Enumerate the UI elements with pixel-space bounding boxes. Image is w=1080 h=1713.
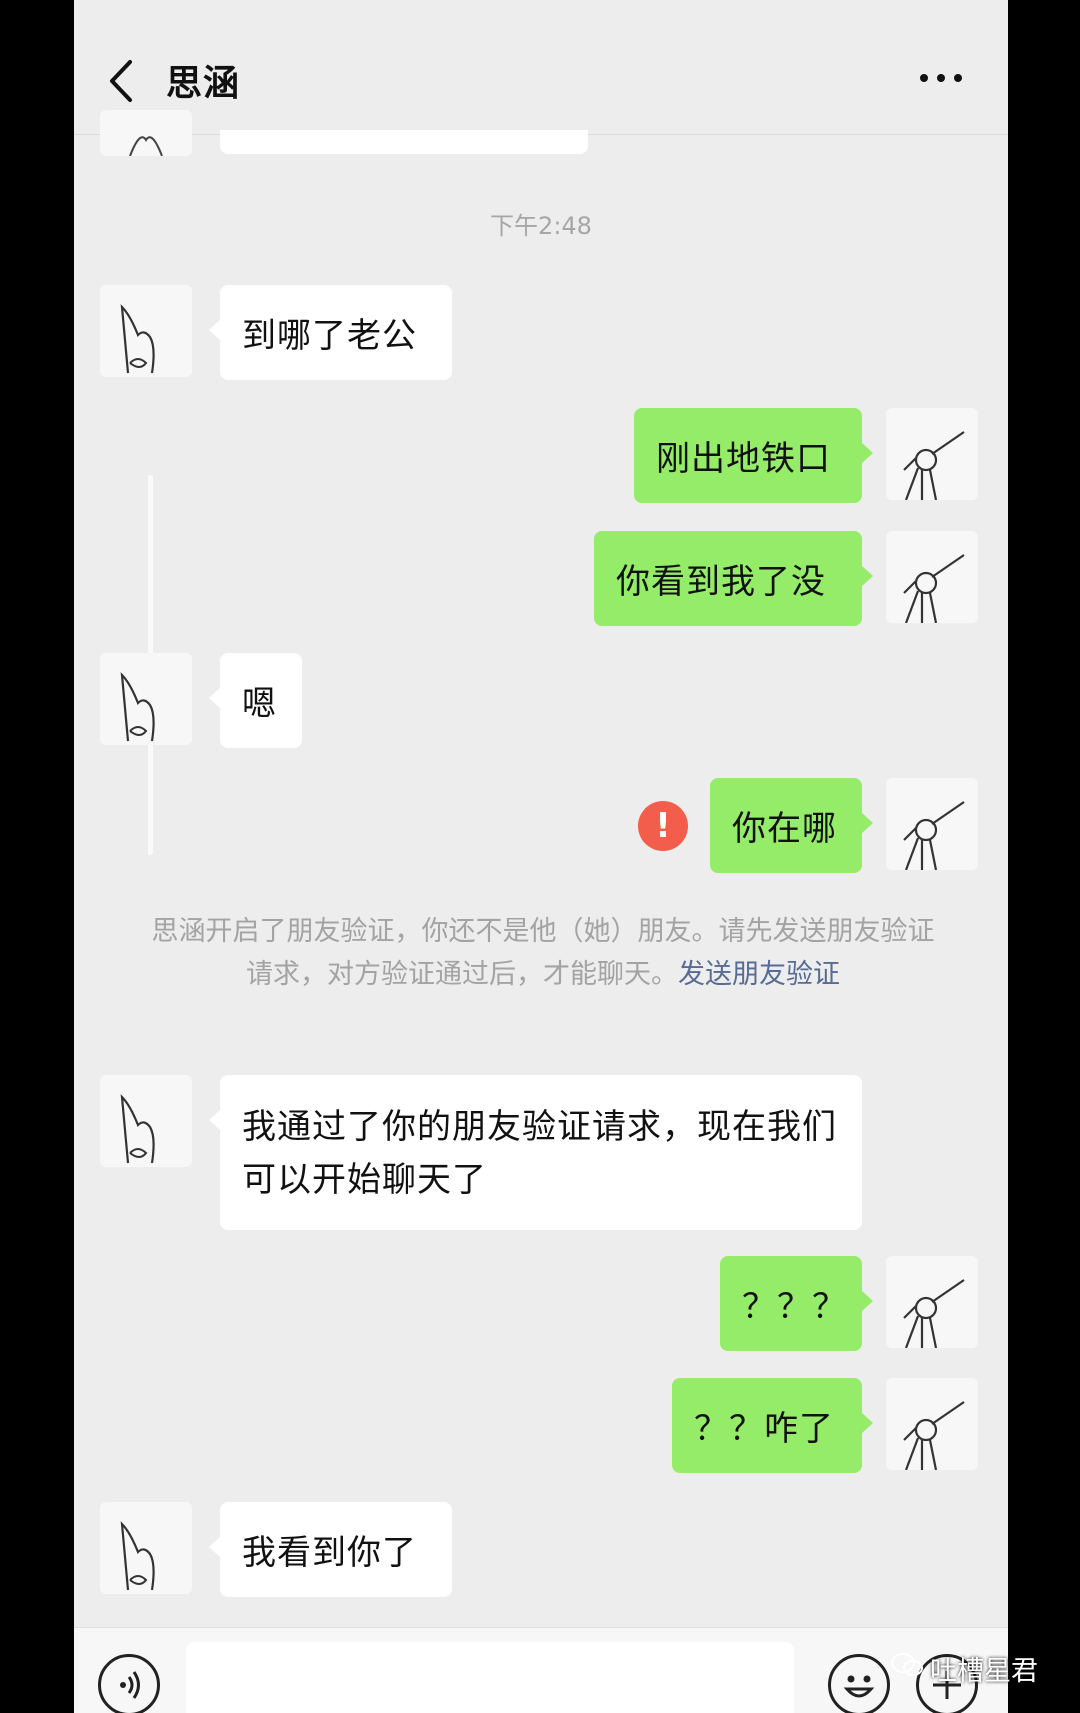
contact-avatar[interactable] [100,1075,192,1167]
incoming-message[interactable]: 到哪了老公 [209,285,452,380]
send-verification-link[interactable]: 发送朋友验证 [678,959,840,990]
status-bar [74,0,1008,12]
more-dots-icon[interactable] [916,58,966,98]
outgoing-message[interactable]: ？？咋了 [672,1378,873,1473]
outgoing-message[interactable]: ？？？ [720,1256,873,1351]
system-notice: 思涵开启了朋友验证，你还不是他（她）朋友。请先发送朋友验证请求，对方验证通过后，… [148,910,938,996]
message-input[interactable] [186,1642,794,1713]
send-failed-icon[interactable]: ! [638,801,688,851]
chat-header: 思涵 [74,36,1008,132]
incoming-message[interactable]: 嗯 [209,653,302,748]
input-bar [74,1627,1008,1713]
wechat-logo-icon [890,1651,924,1686]
outgoing-message[interactable]: 刚出地铁口 [634,408,873,503]
contact-avatar[interactable] [100,285,192,377]
outgoing-message[interactable]: 你看到我了没 [594,531,873,626]
contact-avatar[interactable] [100,1502,192,1594]
voice-icon[interactable] [98,1654,160,1713]
my-avatar[interactable] [886,408,978,500]
my-avatar[interactable] [886,1256,978,1348]
incoming-message[interactable]: 我看到你了 [209,1502,452,1597]
contact-avatar[interactable] [100,653,192,745]
message-bubble-partial [220,130,588,154]
back-chevron-icon[interactable] [102,56,142,106]
watermark: 吐槽星君 [890,1649,1038,1688]
watermark-text: 吐槽星君 [930,1656,1038,1687]
chat-title: 思涵 [166,63,241,104]
my-avatar[interactable] [886,778,978,870]
chat-screen: 思涵 下午2:48 到哪了老公刚出地铁口你看到我了没嗯你在哪我通过了你的朋友验证… [74,0,1008,1713]
emoji-icon[interactable] [828,1654,890,1713]
my-avatar[interactable] [886,1378,978,1470]
outgoing-message[interactable]: 你在哪 [710,778,873,873]
message-timestamp: 下午2:48 [490,212,592,240]
contact-avatar[interactable] [100,110,192,156]
my-avatar[interactable] [886,531,978,623]
incoming-message[interactable]: 我通过了你的朋友验证请求，现在我们可以开始聊天了 [209,1075,862,1230]
